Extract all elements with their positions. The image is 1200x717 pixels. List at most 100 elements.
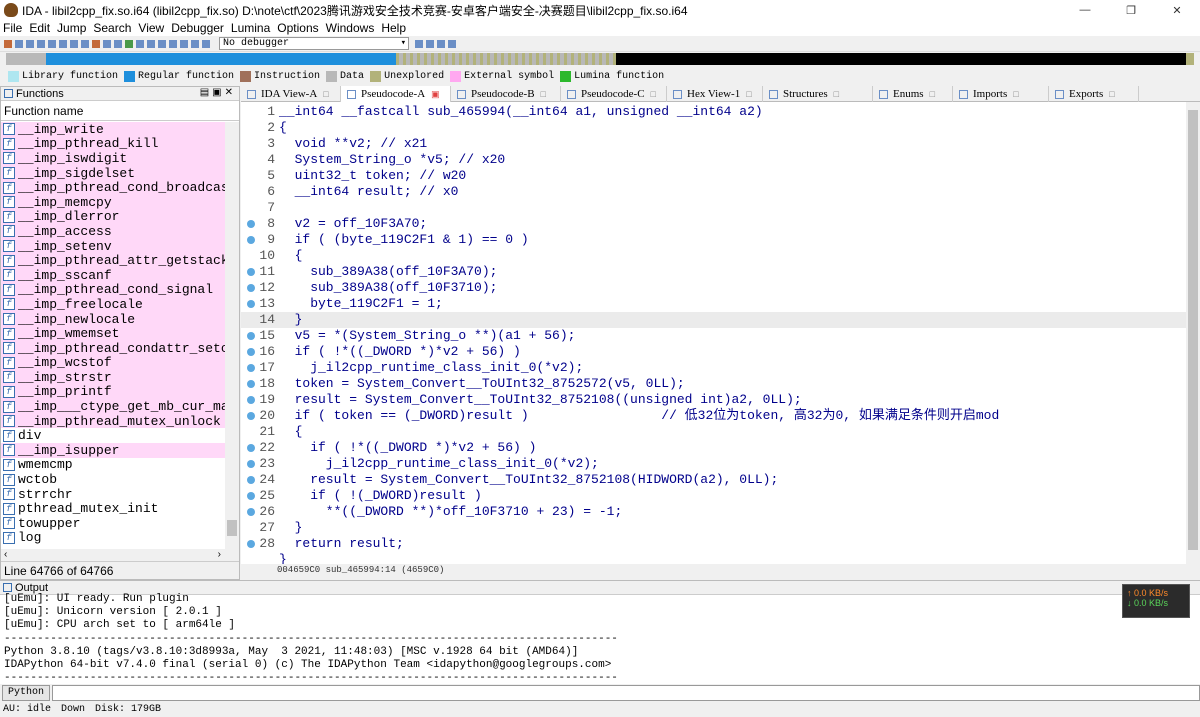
menu-view[interactable]: View xyxy=(138,21,164,35)
breakpoint-dot-icon[interactable] xyxy=(247,492,255,500)
breakpoint-dot-icon[interactable] xyxy=(247,284,255,292)
breakpoint-dot-icon[interactable] xyxy=(247,396,255,404)
undefine-icon[interactable] xyxy=(114,39,122,48)
menu-help[interactable]: Help xyxy=(381,21,406,35)
pseudocode-view[interactable]: 1 __int64 __fastcall sub_465994(__int64 a… xyxy=(241,102,1186,564)
array-icon[interactable] xyxy=(158,39,166,48)
code-icon[interactable] xyxy=(92,39,100,48)
code-line[interactable]: 3 void **v2; // x21 xyxy=(241,136,1186,152)
menu-file[interactable]: File xyxy=(3,21,22,35)
restore-icon[interactable]: ❐ xyxy=(1108,0,1154,20)
function-row[interactable]: f wmemcmp xyxy=(1,457,225,473)
debugger-select[interactable]: No debugger xyxy=(219,37,409,50)
functions-vertical-scrollbar[interactable] xyxy=(225,122,239,551)
python-button[interactable]: Python xyxy=(2,685,51,701)
code-line[interactable]: 21 { xyxy=(241,424,1186,440)
struct-icon[interactable] xyxy=(136,39,144,48)
code-line[interactable]: 27 } xyxy=(241,520,1186,536)
function-row[interactable]: f __imp_sigdelset xyxy=(1,165,225,181)
breakpoint-dot-icon[interactable] xyxy=(247,220,255,228)
function-row[interactable]: f __imp_newlocale xyxy=(1,311,225,327)
save-icon[interactable] xyxy=(15,39,23,48)
code-line[interactable]: 7 xyxy=(241,200,1186,216)
menu-options[interactable]: Options xyxy=(277,21,318,35)
tab-pseudocode-b[interactable]: Pseudocode-B □ xyxy=(451,86,561,102)
function-row[interactable]: f __imp_strstr xyxy=(1,370,225,385)
tab-close-icon[interactable]: □ xyxy=(834,89,839,99)
code-line[interactable]: 10 { xyxy=(241,248,1186,264)
code-vertical-scrollbar[interactable] xyxy=(1186,102,1200,578)
python-input[interactable] xyxy=(52,685,1200,701)
search-binary-icon[interactable] xyxy=(81,39,89,48)
breakpoint-dot-icon[interactable] xyxy=(247,540,255,548)
tab-close-icon[interactable]: □ xyxy=(1109,89,1114,99)
tab-enums[interactable]: Enums □ xyxy=(873,86,953,102)
breakpoint-dot-icon[interactable] xyxy=(247,508,255,516)
breakpoint-dot-icon[interactable] xyxy=(247,268,255,276)
play-icon[interactable] xyxy=(180,39,188,48)
scrollbar-thumb[interactable] xyxy=(1188,110,1198,550)
search-icon[interactable] xyxy=(59,39,67,48)
tab-pseudocode-a[interactable]: Pseudocode-A ▣ xyxy=(341,86,451,102)
tab-imports[interactable]: Imports □ xyxy=(953,86,1049,102)
function-row[interactable]: f __imp_isupper xyxy=(1,443,225,458)
tab-close-icon[interactable]: □ xyxy=(746,89,751,99)
code-line[interactable]: 18 token = System_Convert__ToUInt32_8752… xyxy=(241,376,1186,392)
tab-close-icon[interactable]: □ xyxy=(651,89,656,99)
tab-hex-view-1[interactable]: Hex View-1 □ xyxy=(667,86,763,102)
code-line[interactable]: 15 v5 = *(System_String_o **)(a1 + 56); xyxy=(241,328,1186,344)
breakpoint-dot-icon[interactable] xyxy=(247,380,255,388)
function-row[interactable]: f strrchr xyxy=(1,486,225,502)
menu-search[interactable]: Search xyxy=(93,21,131,35)
menu-edit[interactable]: Edit xyxy=(29,21,50,35)
enum-icon[interactable] xyxy=(147,39,155,48)
navigation-band[interactable] xyxy=(0,52,1200,66)
function-row[interactable]: f wctob xyxy=(1,472,225,487)
breakpoint-dot-icon[interactable] xyxy=(247,412,255,420)
menu-debugger[interactable]: Debugger xyxy=(171,21,224,35)
tab-close-icon[interactable]: ▣ xyxy=(431,89,440,100)
open-icon[interactable] xyxy=(4,39,12,48)
function-row[interactable]: f __imp_pthread_kill xyxy=(1,136,225,152)
offset-icon[interactable] xyxy=(169,39,177,48)
function-row[interactable]: f __imp_pthread_condattr_setcl xyxy=(1,340,225,356)
tab-close-icon[interactable]: □ xyxy=(1013,89,1018,99)
code-line[interactable]: 22 if ( !*((_DWORD *)*v2 + 56) ) xyxy=(241,440,1186,456)
breakpoint-dot-icon[interactable] xyxy=(247,364,255,372)
data-icon[interactable] xyxy=(103,39,111,48)
scroll-left-icon[interactable]: ‹ xyxy=(4,549,7,560)
code-line[interactable]: 23 j_il2cpp_runtime_class_init_0(*v2); xyxy=(241,456,1186,472)
tab-ida-view-a[interactable]: IDA View-A □ xyxy=(241,86,341,102)
function-row[interactable]: f div xyxy=(1,428,225,444)
code-line[interactable]: 20 if ( token == (_DWORD)result ) // 低32… xyxy=(241,408,1186,424)
tab-structures[interactable]: Structures □ xyxy=(763,86,873,102)
menu-lumina[interactable]: Lumina xyxy=(231,21,270,35)
code-line[interactable]: 2{ xyxy=(241,120,1186,136)
function-row[interactable]: f __imp_access xyxy=(1,224,225,239)
function-row[interactable]: f towupper xyxy=(1,516,225,531)
function-row[interactable]: f __imp_freelocale xyxy=(1,297,225,312)
code-line[interactable]: 5 uint32_t token; // w20 xyxy=(241,168,1186,184)
code-line[interactable]: 17 j_il2cpp_runtime_class_init_0(*v2); xyxy=(241,360,1186,376)
code-line[interactable]: 26 **((_DWORD **)*off_10F3710 + 23) = -1… xyxy=(241,504,1186,520)
tab-close-icon[interactable]: □ xyxy=(930,89,935,99)
tab-pseudocode-c[interactable]: Pseudocode-C □ xyxy=(561,86,667,102)
code-line[interactable]: 14 } xyxy=(241,312,1186,328)
function-row[interactable]: f __imp___ctype_get_mb_cur_max xyxy=(1,399,225,414)
function-row[interactable]: f __imp_write xyxy=(1,122,225,137)
code-line[interactable]: 12 sub_389A38(off_10F3710); xyxy=(241,280,1186,296)
function-row[interactable]: f __imp_pthread_attr_getstack xyxy=(1,253,225,268)
close-icon[interactable]: ✕ xyxy=(1154,0,1200,20)
tab-exports[interactable]: Exports □ xyxy=(1049,86,1139,102)
function-row[interactable]: f __imp_pthread_mutex_unlock xyxy=(1,413,225,429)
code-line[interactable]: 13 byte_119C2F1 = 1; xyxy=(241,296,1186,312)
function-row[interactable]: f __imp_setenv xyxy=(1,238,225,254)
attach-icon[interactable] xyxy=(426,39,434,48)
tab-close-icon[interactable]: □ xyxy=(541,89,546,99)
function-icon[interactable] xyxy=(125,39,133,48)
function-row[interactable]: f __imp_printf xyxy=(1,384,225,400)
code-line[interactable]: 24 result = System_Convert__ToUInt32_875… xyxy=(241,472,1186,488)
function-row[interactable]: f __imp_wcstof xyxy=(1,355,225,371)
tab-close-icon[interactable]: □ xyxy=(323,89,328,99)
code-line[interactable]: 28 return result; xyxy=(241,536,1186,552)
